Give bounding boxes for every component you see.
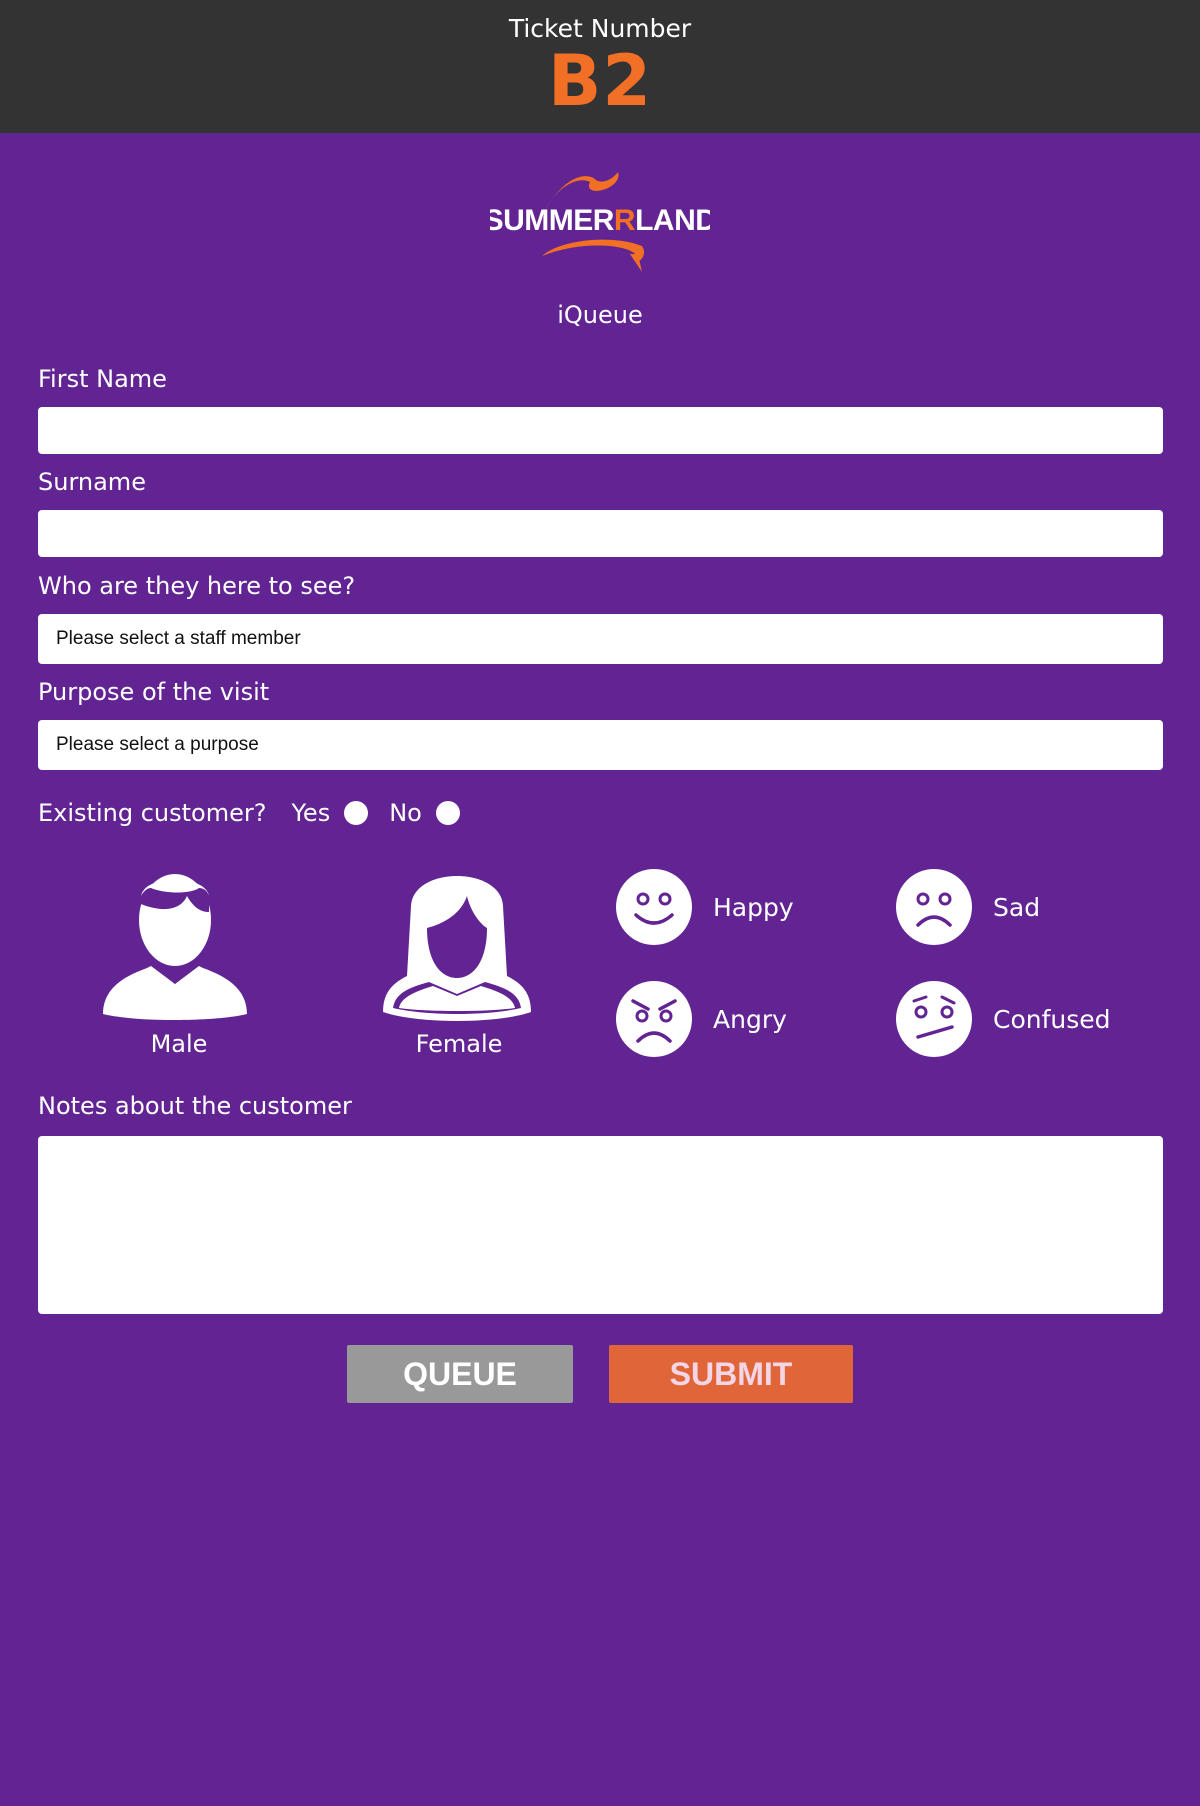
notes-label: Notes about the customer (38, 1092, 352, 1120)
mood-sad[interactable]: Sad (896, 869, 1040, 945)
female-label: Female (415, 1030, 503, 1058)
submit-button[interactable]: SUBMIT (609, 1345, 853, 1403)
mood-angry-label: Angry (713, 1004, 787, 1034)
mood-confused-label: Confused (993, 1004, 1111, 1034)
confused-face-icon (896, 981, 972, 1057)
happy-face-icon (616, 869, 692, 945)
staff-label: Who are they here to see? (38, 572, 356, 600)
radio-yes-label: Yes (291, 799, 331, 827)
notes-textarea[interactable] (38, 1136, 1163, 1314)
ticket-label: Ticket Number (508, 14, 692, 43)
mood-sad-label: Sad (993, 892, 1041, 922)
female-avatar-icon[interactable] (377, 866, 537, 1026)
staff-select-value: Please select a staff member (56, 628, 301, 649)
existing-customer-label: Existing customer? (38, 799, 267, 827)
surname-label: Surname (38, 468, 146, 496)
app-name: iQueue (557, 301, 643, 329)
surname-input[interactable] (38, 510, 1163, 557)
radio-no-label: No (389, 799, 422, 827)
male-avatar-icon[interactable] (95, 866, 255, 1026)
summerland-logo: SUMMERRLAND (490, 172, 710, 272)
ticket-header: Ticket Number B2 (0, 0, 1200, 133)
svg-text:SUMMERRLAND: SUMMERRLAND (490, 204, 710, 237)
logo-text-accent: R (614, 204, 636, 237)
sad-face-icon (896, 869, 972, 945)
logo-text-right: LAND (635, 204, 710, 237)
male-label: Male (150, 1030, 208, 1058)
radio-no-circle[interactable] (435, 801, 460, 825)
staff-select[interactable]: Please select a staff member (38, 614, 1163, 664)
purpose-label: Purpose of the visit (38, 678, 270, 706)
purpose-select-value: Please select a purpose (56, 734, 259, 755)
radio-yes[interactable]: Yes (291, 799, 369, 827)
first-name-label: First Name (38, 365, 167, 393)
purpose-select[interactable]: Please select a purpose (38, 720, 1163, 770)
ticket-number: B2 (547, 40, 653, 122)
mood-confused[interactable]: Confused (896, 981, 1111, 1057)
queue-button[interactable]: QUEUE (347, 1345, 573, 1403)
radio-yes-circle[interactable] (344, 801, 369, 825)
angry-face-icon (616, 981, 692, 1057)
existing-customer-group: Existing customer? Yes No (38, 795, 460, 831)
radio-no[interactable]: No (389, 799, 460, 827)
logo-text-left: SUMMER (490, 204, 615, 237)
mood-angry[interactable]: Angry (616, 981, 787, 1057)
mood-happy[interactable]: Happy (616, 869, 794, 945)
mood-happy-label: Happy (713, 892, 794, 922)
first-name-input[interactable] (38, 407, 1163, 454)
